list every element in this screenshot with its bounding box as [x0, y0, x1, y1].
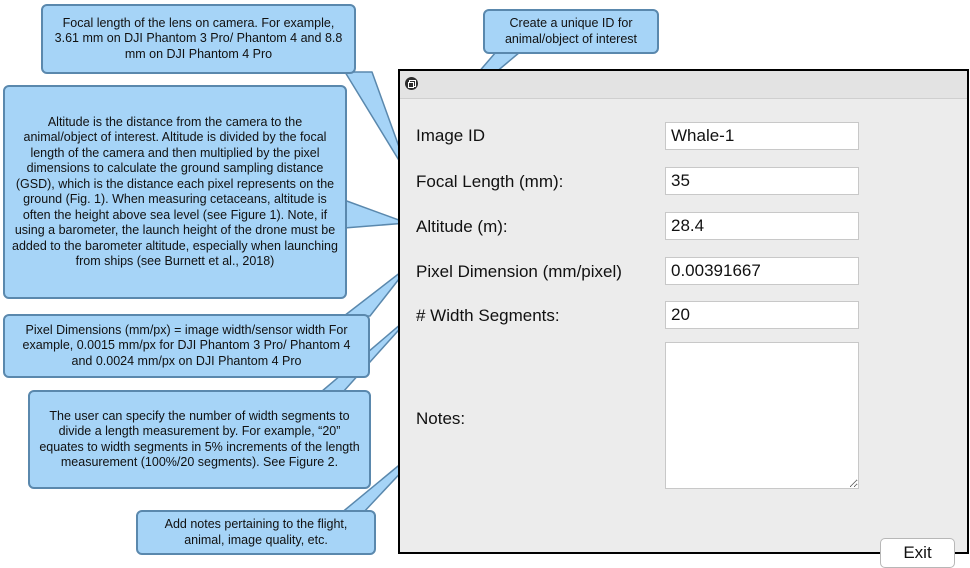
- callout-pixel-dimensions: Pixel Dimensions (mm/px) = image width/s…: [3, 314, 370, 378]
- callout-notes: Add notes pertaining to the flight, anim…: [136, 510, 376, 555]
- notes-textarea[interactable]: [665, 342, 859, 489]
- altitude-input[interactable]: [665, 212, 859, 240]
- focal-length-label: Focal Length (mm):: [416, 172, 564, 191]
- pixel-dimension-input[interactable]: [665, 257, 859, 285]
- pixel-dimension-label: Pixel Dimension (mm/pixel): [416, 262, 622, 281]
- callout-unique-id: Create a unique ID for animal/object of …: [483, 9, 659, 54]
- notes-label: Notes:: [416, 409, 466, 428]
- callout-width-segments: The user can specify the number of width…: [28, 390, 371, 489]
- exit-button[interactable]: Exit: [880, 538, 955, 568]
- window-restore-icon[interactable]: [405, 77, 418, 90]
- width-segments-input[interactable]: [665, 301, 859, 329]
- image-id-label: Image ID: [416, 126, 485, 145]
- altitude-label: Altitude (m):: [416, 217, 508, 236]
- image-id-input[interactable]: [665, 122, 859, 150]
- measurement-window: Image ID Focal Length (mm): Altitude (m)…: [398, 69, 969, 568]
- width-segments-label: # Width Segments:: [416, 306, 560, 325]
- callout-altitude: Altitude is the distance from the camera…: [3, 85, 347, 299]
- focal-length-input[interactable]: [665, 167, 859, 195]
- window-titlebar: [400, 71, 967, 99]
- callout-focal-length: Focal length of the lens on camera. For …: [41, 4, 356, 74]
